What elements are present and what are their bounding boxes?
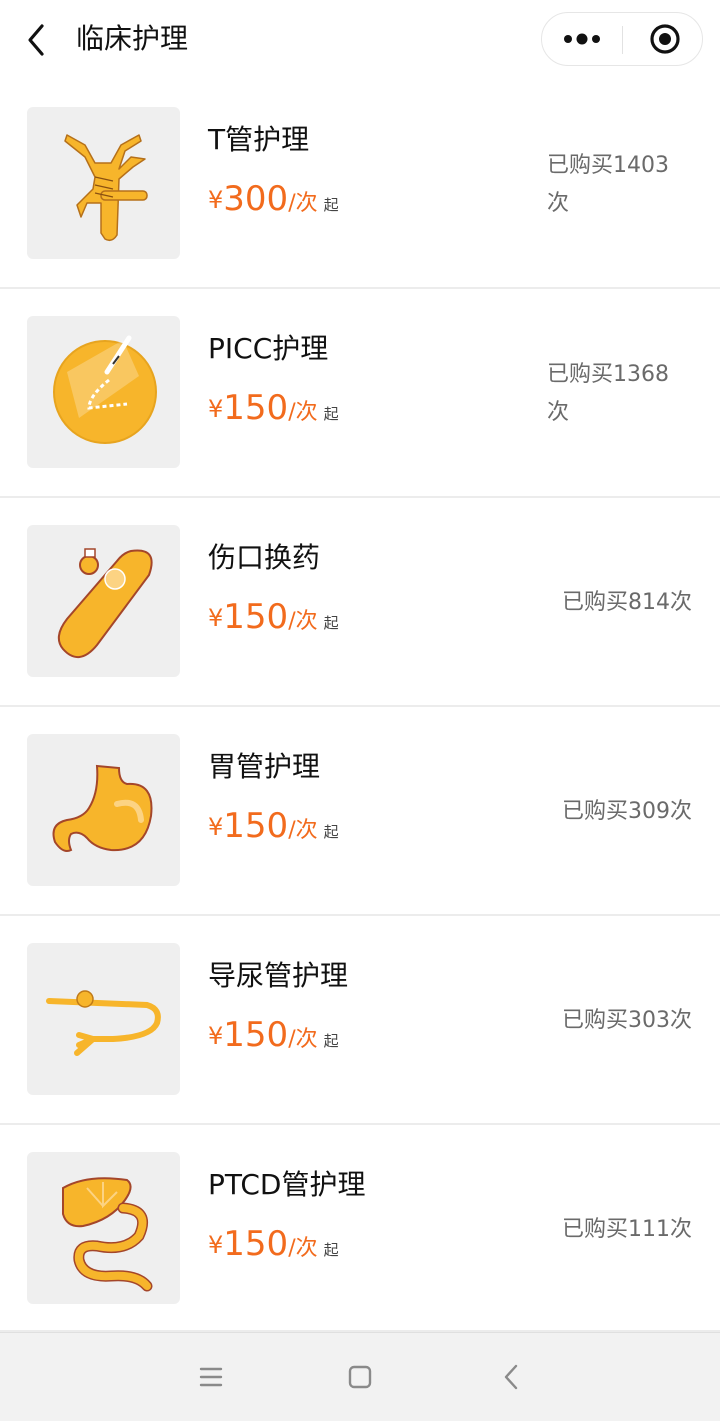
- service-name: 导尿管护理: [208, 959, 349, 992]
- page-title: 临床护理: [76, 22, 189, 55]
- sold-count: 已购买1403次: [547, 153, 669, 216]
- picc-icon: [53, 335, 157, 444]
- service-name: T管护理: [208, 123, 310, 156]
- service-item[interactable]: 伤口换药 ¥150/次起 已购买814次: [0, 498, 720, 707]
- system-back-button[interactable]: [494, 1361, 530, 1393]
- price-value: 150: [223, 806, 289, 846]
- service-price: ¥150/次起: [208, 1224, 339, 1264]
- service-name: PTCD管护理: [208, 1168, 366, 1201]
- currency-symbol: ¥: [208, 604, 224, 632]
- price-unit: /次: [288, 818, 318, 843]
- sold-count: 已购买303次: [562, 1008, 692, 1033]
- price-value: 150: [223, 388, 289, 428]
- back-button[interactable]: [22, 20, 54, 60]
- service-price: ¥300/次起: [208, 179, 339, 219]
- service-item[interactable]: PTCD管护理 ¥150/次起 已购买111次: [0, 1125, 720, 1332]
- service-price: ¥150/次起: [208, 388, 339, 428]
- service-item[interactable]: 导尿管护理 ¥150/次起 已购买303次: [0, 916, 720, 1125]
- price-from-label: 起: [323, 1241, 339, 1259]
- price-unit: /次: [288, 400, 318, 425]
- price-unit: /次: [288, 609, 318, 634]
- service-item[interactable]: T管护理 ¥300/次起 已购买1403次: [0, 80, 720, 289]
- service-item[interactable]: 胃管护理 ¥150/次起 已购买309次: [0, 707, 720, 916]
- chevron-left-icon: [28, 24, 44, 56]
- currency-symbol: ¥: [208, 813, 224, 841]
- price-from-label: 起: [323, 614, 339, 632]
- price-unit: /次: [288, 191, 318, 216]
- price-unit: /次: [288, 1236, 318, 1261]
- currency-symbol: ¥: [208, 186, 224, 214]
- service-price: ¥150/次起: [208, 1015, 339, 1055]
- currency-symbol: ¥: [208, 1022, 224, 1050]
- top-bar: 临床护理: [0, 0, 720, 80]
- service-thumbnail: [27, 1152, 180, 1304]
- price-from-label: 起: [323, 196, 339, 214]
- system-nav-bar: [0, 1332, 720, 1421]
- back-triangle-icon: [504, 1364, 518, 1390]
- service-thumbnail: [27, 107, 180, 259]
- price-from-label: 起: [323, 405, 339, 423]
- price-value: 150: [223, 597, 289, 637]
- mini-program-capsule: [541, 12, 703, 66]
- menu-icon: [199, 1367, 223, 1387]
- service-name: 伤口换药: [208, 541, 321, 574]
- price-value: 150: [223, 1015, 289, 1055]
- t-tube-icon: [64, 134, 148, 242]
- currency-symbol: ¥: [208, 395, 224, 423]
- target-close-icon: [650, 24, 680, 54]
- sold-count: 已购买309次: [562, 799, 692, 824]
- sold-count: 已购买814次: [562, 590, 692, 615]
- price-value: 300: [223, 179, 289, 219]
- sold-count: 已购买111次: [562, 1217, 692, 1242]
- more-button[interactable]: [542, 13, 622, 65]
- service-name: PICC护理: [208, 332, 329, 365]
- service-price: ¥150/次起: [208, 597, 339, 637]
- stomach-icon: [52, 764, 153, 852]
- wound-dressing-icon: [57, 548, 153, 658]
- sold-count: 已购买1368次: [547, 362, 669, 425]
- more-dots-icon: [564, 33, 600, 45]
- catheter-icon: [46, 990, 161, 1056]
- service-item[interactable]: PICC护理 ¥150/次起 已购买1368次: [0, 289, 720, 498]
- service-name: 胃管护理: [208, 750, 321, 783]
- service-thumbnail: [27, 734, 180, 886]
- home-button[interactable]: [342, 1361, 378, 1393]
- liver-intestine-icon: [62, 1177, 153, 1292]
- menu-button[interactable]: [193, 1361, 229, 1393]
- currency-symbol: ¥: [208, 1231, 224, 1259]
- service-thumbnail: [27, 525, 180, 677]
- price-from-label: 起: [323, 823, 339, 841]
- service-price: ¥150/次起: [208, 806, 339, 846]
- price-from-label: 起: [323, 1032, 339, 1050]
- price-unit: /次: [288, 1027, 318, 1052]
- home-square-icon: [348, 1365, 372, 1389]
- price-value: 150: [223, 1224, 289, 1264]
- close-button[interactable]: [623, 13, 703, 65]
- service-thumbnail: [27, 943, 180, 1095]
- service-thumbnail: [27, 316, 180, 468]
